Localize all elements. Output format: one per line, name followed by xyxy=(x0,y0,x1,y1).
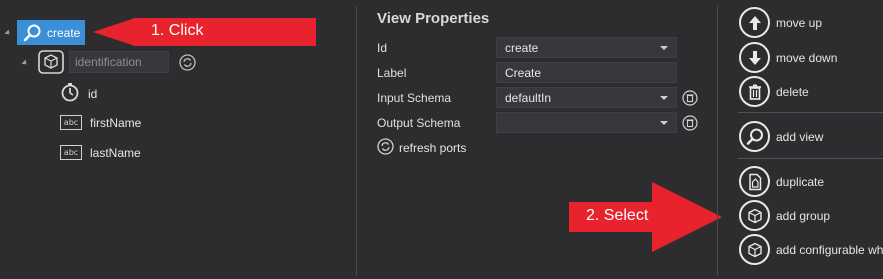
text-field-icon: abc xyxy=(60,145,82,160)
group-name-input[interactable]: identification xyxy=(69,51,169,73)
id-select[interactable]: create xyxy=(496,37,677,58)
tree-field-firstname[interactable]: abc firstName xyxy=(60,115,141,130)
clear-output-schema-icon[interactable] xyxy=(682,115,698,134)
chevron-down-icon xyxy=(660,121,668,125)
add-view-label: add view xyxy=(776,129,824,144)
delete-label: delete xyxy=(776,84,809,99)
arrow-down-icon xyxy=(739,42,770,73)
label-input-value: Create xyxy=(505,66,542,80)
search-view-icon xyxy=(23,23,43,43)
add-configurable-label: add configurable wh xyxy=(776,242,883,257)
move-down-button[interactable]: move down xyxy=(739,42,837,73)
text-field-icon: abc xyxy=(60,115,82,130)
actions-panel: move up move down delete add view duplic… xyxy=(718,0,883,279)
tree-node-create[interactable]: create xyxy=(17,20,85,45)
clear-input-schema-icon[interactable] xyxy=(682,90,698,109)
properties-title: View Properties xyxy=(377,10,490,27)
input-schema-label: Input Schema xyxy=(377,91,452,105)
trash-icon xyxy=(739,76,770,107)
add-view-button[interactable]: add view xyxy=(739,121,823,152)
expand-root-icon[interactable] xyxy=(4,29,12,37)
arrow-up-icon xyxy=(739,7,770,38)
actions-divider xyxy=(738,158,883,159)
duplicate-icon xyxy=(739,166,770,197)
output-schema-select[interactable] xyxy=(496,112,677,133)
refresh-icon xyxy=(377,138,394,158)
expand-group-icon[interactable] xyxy=(21,59,29,67)
move-up-button[interactable]: move up xyxy=(739,7,822,38)
chevron-down-icon xyxy=(660,46,668,50)
add-configurable-button[interactable]: add configurable wh xyxy=(739,234,883,265)
view-properties-panel: View Properties Id create Label Create I… xyxy=(357,0,722,279)
tree-node-create-label: create xyxy=(47,25,81,40)
actions-divider xyxy=(738,112,883,113)
tree-field-id[interactable]: id xyxy=(60,82,97,105)
move-up-label: move up xyxy=(776,15,823,30)
add-group-label: add group xyxy=(776,208,831,223)
id-label: Id xyxy=(377,41,388,55)
refresh-ports-label: refresh ports xyxy=(399,141,467,155)
label-input[interactable]: Create xyxy=(496,62,677,83)
id-select-value: create xyxy=(505,41,539,55)
label-label: Label xyxy=(377,66,407,80)
group-cube-icon xyxy=(38,50,64,77)
annotation-step2-label: 2. Select xyxy=(586,207,649,224)
group-cube-icon xyxy=(739,200,770,231)
search-view-icon xyxy=(739,121,770,152)
refresh-ports-link[interactable]: refresh ports xyxy=(377,138,466,158)
tree-field-label: id xyxy=(88,86,98,101)
tree-field-lastname[interactable]: abc lastName xyxy=(60,145,141,160)
delete-button[interactable]: delete xyxy=(739,76,809,107)
add-group-button[interactable]: add group xyxy=(739,200,830,231)
duplicate-label: duplicate xyxy=(776,174,825,189)
tree-field-label: lastName xyxy=(90,145,141,160)
configurable-cube-icon xyxy=(739,234,770,265)
chevron-down-icon xyxy=(660,96,668,100)
duplicate-button[interactable]: duplicate xyxy=(739,166,824,197)
input-schema-value: defaultIn xyxy=(505,91,552,105)
refresh-group-icon[interactable] xyxy=(179,54,196,74)
output-schema-label: Output Schema xyxy=(377,116,461,130)
stopwatch-icon xyxy=(60,82,80,105)
annotation-step1-label: 1. Click xyxy=(151,22,204,39)
tree-field-label: firstName xyxy=(90,115,142,130)
input-schema-select[interactable]: defaultIn xyxy=(496,87,677,108)
move-down-label: move down xyxy=(776,50,838,65)
view-tree-panel: create identification id abc firstName a… xyxy=(0,0,356,279)
